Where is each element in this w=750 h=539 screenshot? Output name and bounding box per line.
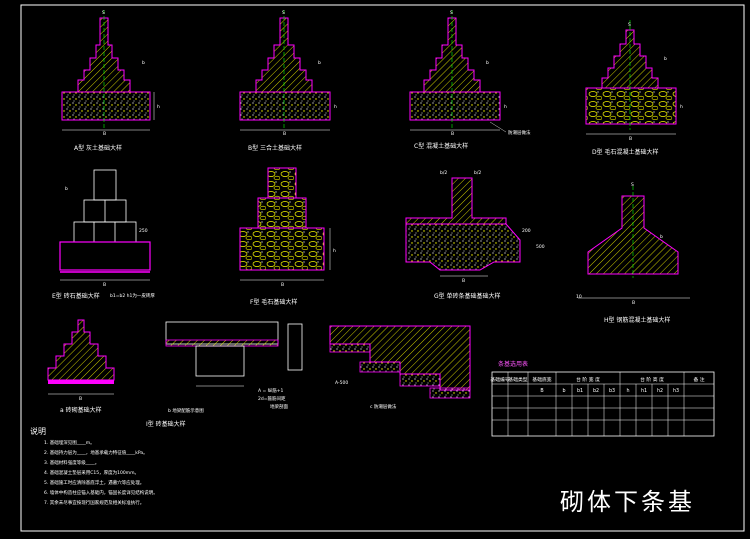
detail-d-caption: D型 毛石混凝土基础大样 xyxy=(592,148,659,156)
detail-f-caption: F型 毛石基础大样 xyxy=(250,298,297,306)
detail-a-label-b: b xyxy=(142,60,145,66)
general-notes: 说明 1. 基础埋深见图____m。 2. 基础持力层为____，地基承载力特征… xyxy=(30,426,158,506)
detail-g-top-left: b/2 xyxy=(440,170,447,176)
sheet-title: 砌体下条基 xyxy=(560,488,695,516)
table-subheader-1: b xyxy=(562,388,565,394)
detail-b-caption: B型 三合土基础大样 xyxy=(248,144,302,152)
detail-g-single-brick-strip-footing: b/2 b/2 200 500 B G型 单砖条基础基础大样 xyxy=(405,170,545,300)
detail-d-label-b: b xyxy=(664,56,667,62)
detail-e-label-b: b xyxy=(65,186,68,192)
detail-f-dim-h: h xyxy=(333,248,336,254)
detail-b-label-s: S xyxy=(282,10,285,16)
detail-b-label-b: b xyxy=(318,60,321,66)
detail-g-top-right: b/2 xyxy=(474,170,481,176)
detail-h-label-s: S xyxy=(631,182,634,188)
table-subheader-3: b2 xyxy=(593,388,599,394)
detail-b-triple-soil-footing: S b B h B型 三合土基础大样 xyxy=(239,10,337,152)
detail-d-label-s: S xyxy=(628,22,631,28)
detail-a-label-B: B xyxy=(103,131,106,137)
detail-d-dim-h: h xyxy=(680,104,683,110)
detail-g-dim-200: 200 xyxy=(522,228,531,234)
table-subheader-2: b1 xyxy=(577,388,583,394)
detail-i-caption: a 砖砌基础大样 xyxy=(60,406,102,414)
selection-table: 条基选用表 基础编号 基础类型 基础底宽 台 阶 宽 度 台 阶 高 度 备 注… xyxy=(490,360,715,437)
detail-c-dim-h: h xyxy=(504,104,507,110)
detail-a-caption: A型 灰土基础大样 xyxy=(74,144,122,152)
detail-h-label-B: B xyxy=(632,300,635,306)
table-subheader-0: B xyxy=(540,388,543,394)
detail-l-damp-proof-layer: A-500 c 防潮层做法 xyxy=(329,325,471,410)
detail-i-label-B: B xyxy=(79,396,82,402)
detail-c-label-b: b xyxy=(486,60,489,66)
detail-g-caption: G型 单砖条基础基础大样 xyxy=(434,292,501,300)
detail-c-caption: C型 混凝土基础大样 xyxy=(414,142,468,150)
table-header-1: 基础类型 xyxy=(508,376,527,383)
detail-c-label-s: S xyxy=(450,10,453,16)
table-header-0: 基础编号 xyxy=(490,376,509,383)
detail-e-extra: b1=b2 h1为一皮砖厚 xyxy=(110,292,155,299)
detail-d-label-B: B xyxy=(629,136,632,142)
detail-j-sub: b 地梁配筋示意图 xyxy=(168,407,204,414)
detail-e-brick-footing: b 250 B E型 砖石基础大样 b1=b2 h1为一皮砖厚 xyxy=(52,169,155,300)
table-subheader-4: b3 xyxy=(609,388,615,394)
detail-e-dim-250: 250 xyxy=(139,228,148,234)
detail-l-caption: c 防潮层做法 xyxy=(370,403,397,410)
detail-g-label-B: B xyxy=(462,278,465,284)
detail-f-rubble-stone-footing: B h F型 毛石基础大样 xyxy=(239,167,336,306)
detail-k-formula: A = 纵筋+1 xyxy=(258,387,283,394)
note-item-5: 5. 基础施工时应清除基底浮土，遇墓穴等应处理。 xyxy=(44,479,144,486)
detail-e-caption: E型 砖石基础大样 xyxy=(52,292,100,300)
detail-f-label-B: B xyxy=(281,282,284,288)
detail-c-concrete-footing: S b B h 防潮层做法 C型 混凝土基础大样 xyxy=(409,10,531,150)
detail-j-ground-beam: b 地梁配筋示意图 I型 砖基础大样 A = 纵筋+1 2d=箍筋间距 地梁剖面 xyxy=(146,321,303,428)
detail-h-label-b: b xyxy=(660,234,663,240)
table-subheader-5: h xyxy=(626,388,629,394)
detail-c-callout: 防潮层做法 xyxy=(508,129,531,136)
detail-h-caption: H型 钢筋混凝土基础大样 xyxy=(604,316,670,324)
table-subheader-7: h2 xyxy=(657,388,663,394)
detail-k-formula2: 2d=箍筋间距 xyxy=(258,395,286,402)
note-item-1: 1. 基础埋深见图____m。 xyxy=(44,439,95,446)
detail-a-dim-h: h xyxy=(157,104,160,110)
table-subheader-8: h3 xyxy=(673,388,679,394)
detail-i-small-brick-footing: B a 砖砌基础大样 xyxy=(47,319,115,414)
detail-a-label-s: S xyxy=(102,10,105,16)
table-header-2: 基础底宽 xyxy=(532,376,551,383)
detail-j-caption: I型 砖基础大样 xyxy=(146,420,186,428)
note-item-6: 6. 墙体中构造柱应锚入基础内，锚固长度详见结构说明。 xyxy=(44,489,158,496)
table-header-4: 台 阶 高 度 xyxy=(640,376,664,383)
note-item-7: 7. 其余未尽事宜按现行国家规范及相关标准执行。 xyxy=(44,499,144,506)
note-item-4: 4. 基础混凝土垫层采用C15，厚度为100mm。 xyxy=(44,469,139,476)
detail-b-label-B: B xyxy=(283,131,286,137)
detail-b-dim-h: h xyxy=(334,104,337,110)
detail-k-caption: 地梁剖面 xyxy=(270,403,288,410)
table-title: 条基选用表 xyxy=(498,360,528,368)
drawing-sheet: S b B h A型 灰土基础大样 S b B h B型 三合土基础大样 S b… xyxy=(20,4,745,532)
detail-d-rubble-concrete-footing: S b B h D型 毛石混凝土基础大样 xyxy=(585,20,683,156)
detail-h-dim-10: 10 xyxy=(576,294,582,300)
detail-e-label-B: B xyxy=(103,282,106,288)
note-item-2: 2. 基础持力层为____，地基承载力特征值____kPa。 xyxy=(44,449,148,456)
detail-g-dim-500: 500 xyxy=(536,244,545,250)
table-header-5: 备 注 xyxy=(693,376,704,383)
detail-a-lime-soil-footing: S b B h A型 灰土基础大样 xyxy=(61,10,160,152)
table-subheader-6: h1 xyxy=(641,388,647,394)
detail-h-rc-footing: S b B 10 H型 钢筋混凝土基础大样 xyxy=(576,182,690,324)
detail-l-label: A-500 xyxy=(335,380,348,386)
notes-title: 说明 xyxy=(30,426,46,436)
note-item-3: 3. 基础材料强度等级____。 xyxy=(44,459,99,466)
table-header-3: 台 阶 宽 度 xyxy=(576,376,600,383)
detail-c-label-B: B xyxy=(451,131,454,137)
